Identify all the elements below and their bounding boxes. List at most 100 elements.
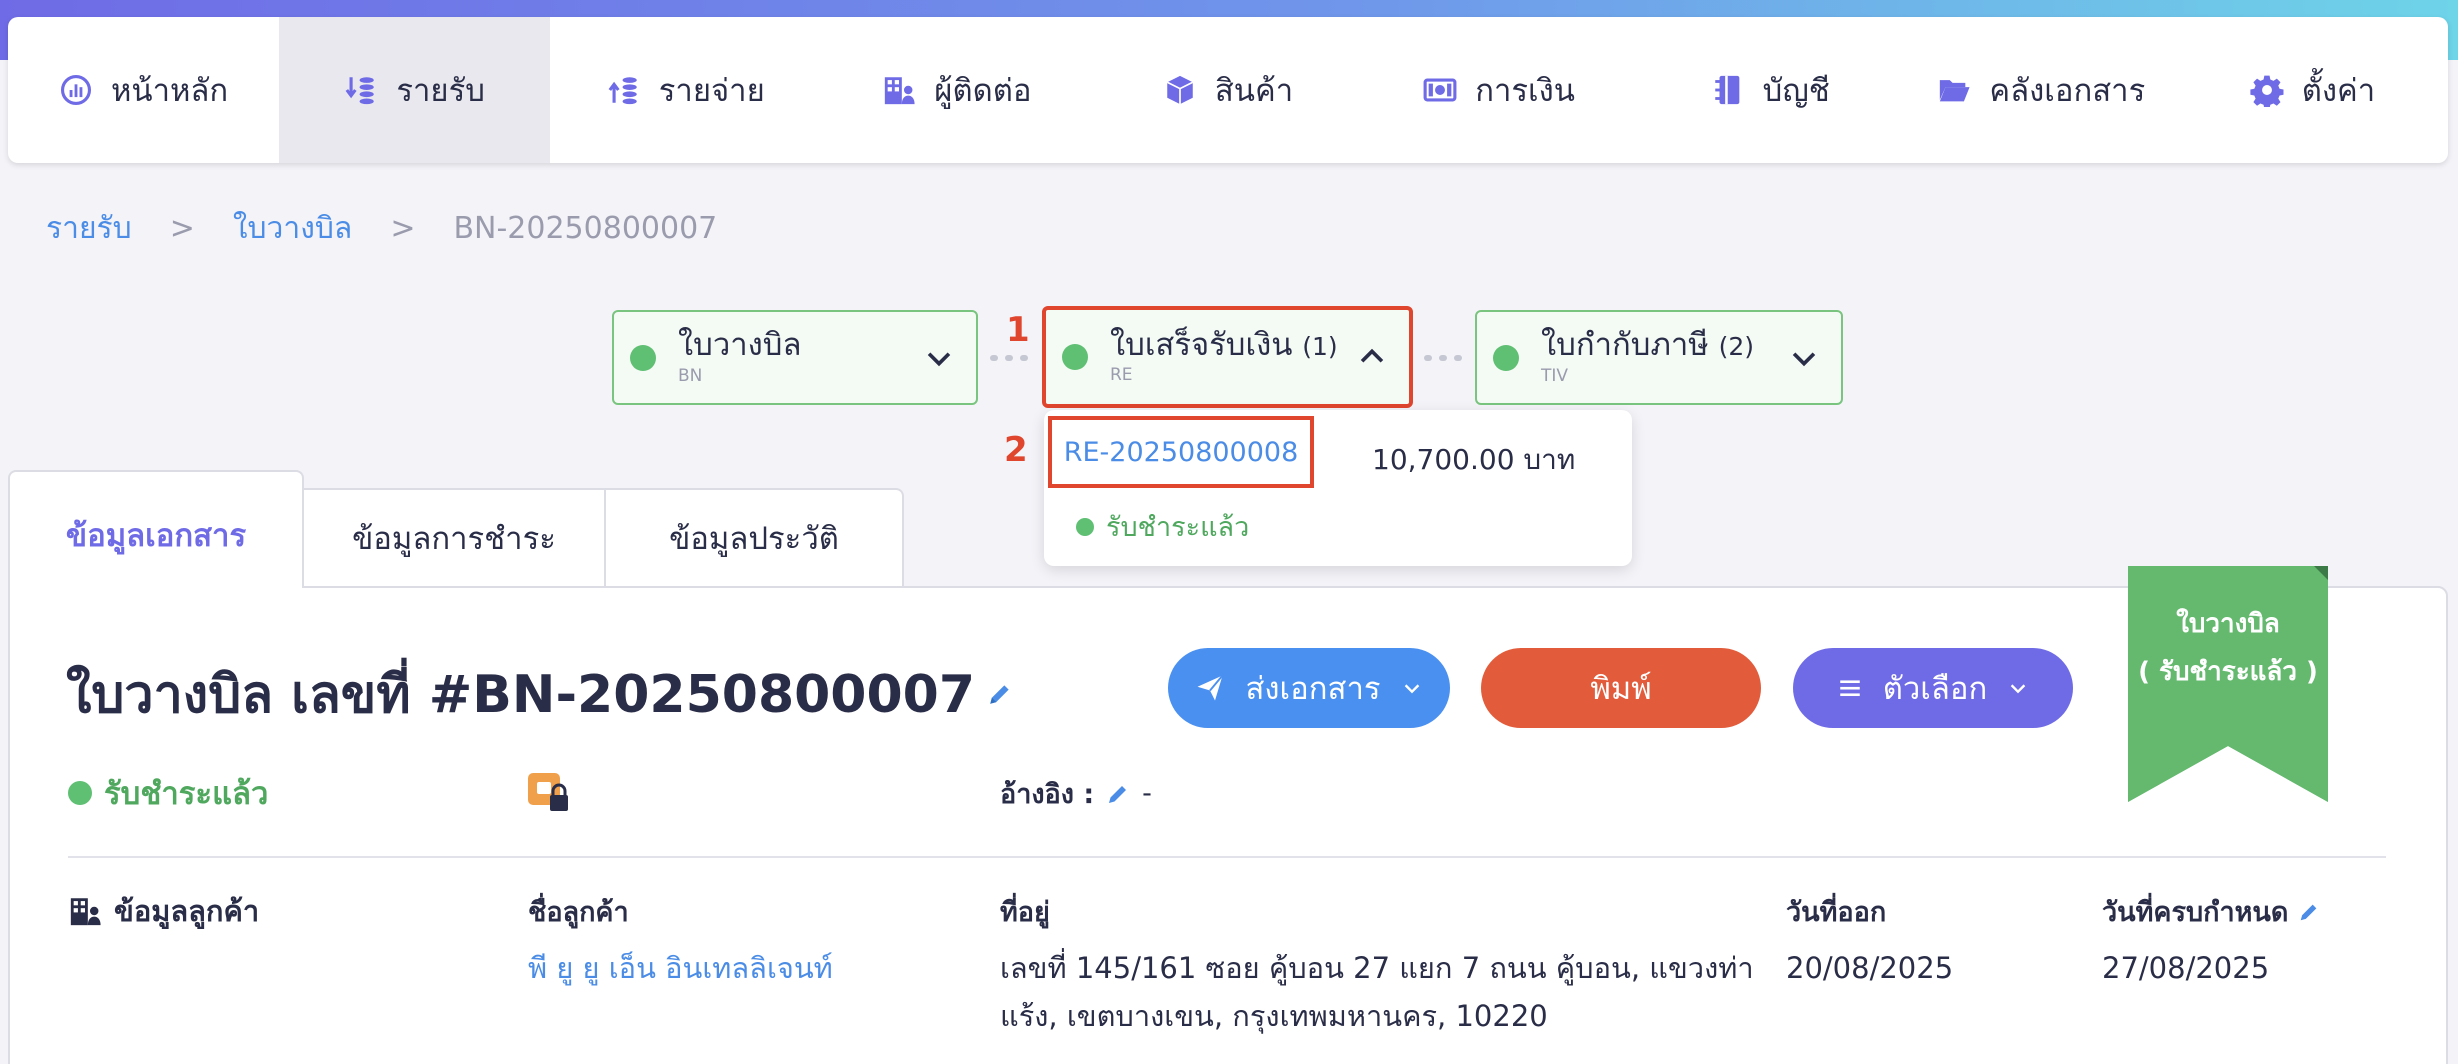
address-value: เลขที่ 145/161 ซอย คู้บอน 27 แยก 7 ถนน ค…	[1000, 944, 1754, 1040]
send-document-label: ส่งเอกสาร	[1245, 671, 1381, 706]
page-title: ใบวางบิล เลขที่ #BN-20250800007	[66, 652, 1013, 735]
status-dot	[1493, 344, 1519, 371]
issue-date: 20/08/2025	[1786, 951, 1954, 985]
ledger-icon	[1711, 73, 1745, 107]
customer-section-title: ข้อมูลลูกค้า	[68, 888, 259, 934]
nav-label-income: รายรับ	[396, 73, 485, 109]
address-line2: แร้ง, เขตบางเขน, กรุงเทพมหานคร, 10220	[1000, 999, 1548, 1033]
flow-tax-invoice-code: TIV	[1541, 365, 1569, 386]
nav-label-documents: คลังเอกสาร	[1989, 73, 2146, 109]
chevron-down-icon	[1404, 684, 1419, 694]
dashboard-icon	[59, 73, 93, 107]
main-nav: หน้าหลัก รายรับ รายจ่าย ผู้ติดต่อ สินค้า…	[8, 17, 2448, 163]
due-date: 27/08/2025	[2102, 951, 2270, 985]
breadcrumb: รายรับ > ใบวางบิล > BN-20250800007	[46, 205, 717, 252]
document-status-text: รับชำระแล้ว	[104, 776, 269, 812]
status-dot	[630, 344, 656, 371]
address-line1: เลขที่ 145/161 ซอย คู้บอน 27 แยก 7 ถนน ค…	[1000, 951, 1754, 985]
customer-section-label: ข้อมูลลูกค้า	[114, 894, 260, 928]
flow-tax-invoice-count: (2)	[1718, 332, 1754, 362]
edit-pencil-icon[interactable]	[2298, 901, 2320, 923]
annotation-1: 1	[1006, 310, 1030, 350]
chevron-up-icon[interactable]	[1355, 340, 1389, 374]
reference-value: -	[1142, 778, 1152, 809]
annotation-2: 2	[1004, 430, 1028, 470]
send-document-button[interactable]: ส่งเอกสาร	[1168, 648, 1450, 728]
flow-connector	[1424, 355, 1462, 361]
document-status: รับชำระแล้ว	[68, 768, 268, 818]
status-dot	[68, 781, 92, 805]
options-label: ตัวเลือก	[1882, 671, 1988, 706]
building-user-icon	[70, 898, 101, 926]
flow-receipt-label: ใบเสร็จรับเงิน (1)	[1110, 329, 1355, 362]
nav-item-finance[interactable]: การเงิน	[1364, 17, 1635, 163]
nav-item-documents[interactable]: คลังเอกสาร	[1906, 17, 2177, 163]
status-dot	[1062, 344, 1088, 370]
page-title-text: ใบวางบิล เลขที่ #BN-20250800007	[66, 665, 976, 725]
status-ribbon-line2: ( รับชำระแล้ว )	[2138, 657, 2318, 687]
nav-label-finance: การเงิน	[1475, 73, 1575, 109]
receipt-link[interactable]: RE-20250800008	[1064, 437, 1299, 468]
locked-document-icon[interactable]	[528, 773, 570, 813]
flow-connector	[990, 355, 1028, 361]
nav-item-expense[interactable]: รายจ่าย	[550, 17, 821, 163]
flow-receipt-count: (1)	[1302, 331, 1338, 361]
status-ribbon-text: ใบวางบิล ( รับชำระแล้ว )	[2130, 600, 2326, 696]
doc-tabs: ข้อมูลเอกสาร ข้อมูลการชำระ ข้อมูลประวัติ	[8, 470, 904, 588]
address-label: ที่อยู่	[1000, 897, 1050, 928]
breadcrumb-billing[interactable]: ใบวางบิล	[233, 205, 352, 252]
breadcrumb-income[interactable]: รายรับ	[46, 205, 132, 252]
customer-name[interactable]: พี ยู ยู เอ็น อินเทลลิเจนท์	[528, 944, 833, 992]
nav-label-accounting: บัญชี	[1762, 73, 1830, 109]
nav-label-expense: รายจ่าย	[658, 73, 765, 109]
flow-billing-label: ใบวางบิล	[678, 327, 802, 364]
flow-billing-code: BN	[678, 365, 703, 386]
receipt-dropdown: RE-20250800008 10,700.00 บาท รับชำระแล้ว	[1044, 410, 1632, 566]
flow-tax-invoice-card[interactable]: ใบกำกับภาษี (2) TIV	[1475, 310, 1843, 405]
edit-pencil-icon[interactable]	[1106, 782, 1130, 806]
nav-item-products[interactable]: สินค้า	[1092, 17, 1363, 163]
tab-payment-info[interactable]: ข้อมูลการชำระ	[304, 488, 606, 588]
nav-item-dashboard[interactable]: หน้าหลัก	[8, 17, 279, 163]
options-button[interactable]: ตัวเลือก	[1793, 648, 2073, 728]
income-icon	[344, 73, 378, 107]
flow-receipt-title: ใบเสร็จรับเงิน	[1110, 326, 1293, 363]
issue-date-label: วันที่ออก	[1786, 897, 1887, 928]
breadcrumb-separator: >	[169, 211, 195, 246]
nav-item-settings[interactable]: ตั้งค่า	[2177, 17, 2448, 163]
print-button[interactable]: พิมพ์	[1481, 648, 1761, 728]
gear-icon	[2250, 73, 2284, 107]
tab-history[interactable]: ข้อมูลประวัติ	[606, 488, 904, 588]
box-icon	[1163, 73, 1197, 107]
chevron-down-icon[interactable]	[1787, 341, 1821, 375]
tab-doc-info[interactable]: ข้อมูลเอกสาร	[8, 470, 304, 588]
nav-item-contacts[interactable]: ผู้ติดต่อ	[821, 17, 1092, 163]
receipt-status: รับชำระแล้ว	[1076, 505, 1249, 548]
paper-plane-icon	[1197, 674, 1224, 701]
nav-item-accounting[interactable]: บัญชี	[1635, 17, 1906, 163]
breadcrumb-separator: >	[390, 211, 416, 246]
chevron-down-icon	[2011, 684, 2026, 694]
menu-lines-icon	[1839, 680, 1860, 697]
status-dot	[1076, 517, 1094, 536]
flow-billing-card[interactable]: ใบวางบิล BN	[612, 310, 978, 405]
nav-label-dashboard: หน้าหลัก	[110, 73, 229, 109]
flow-receipt-code: RE	[1110, 365, 1133, 386]
flow-receipt-card[interactable]: ใบเสร็จรับเงิน (1) RE	[1042, 306, 1413, 408]
due-date-label-text: วันที่ครบกำหนด	[2102, 897, 2289, 928]
print-label: พิมพ์	[1590, 671, 1652, 706]
divider	[68, 856, 2386, 858]
reference-label: อ้างอิง :	[1000, 779, 1095, 810]
nav-label-contacts: ผู้ติดต่อ	[934, 73, 1032, 109]
expense-icon	[607, 73, 641, 107]
nav-item-income[interactable]: รายรับ	[279, 17, 551, 163]
contacts-icon	[882, 73, 916, 107]
due-date-label: วันที่ครบกำหนด	[2102, 890, 2320, 933]
status-ribbon-line1: ใบวางบิล	[2176, 609, 2280, 639]
flow-tax-invoice-title: ใบกำกับภาษี	[1541, 327, 1709, 364]
breadcrumb-current: BN-20250800007	[453, 211, 718, 246]
flow-tax-invoice-label: ใบกำกับภาษี (2)	[1541, 329, 1787, 362]
chevron-down-icon[interactable]	[922, 341, 956, 375]
receipt-status-text: รับชำระแล้ว	[1106, 512, 1250, 543]
edit-pencil-icon[interactable]	[987, 681, 1013, 707]
